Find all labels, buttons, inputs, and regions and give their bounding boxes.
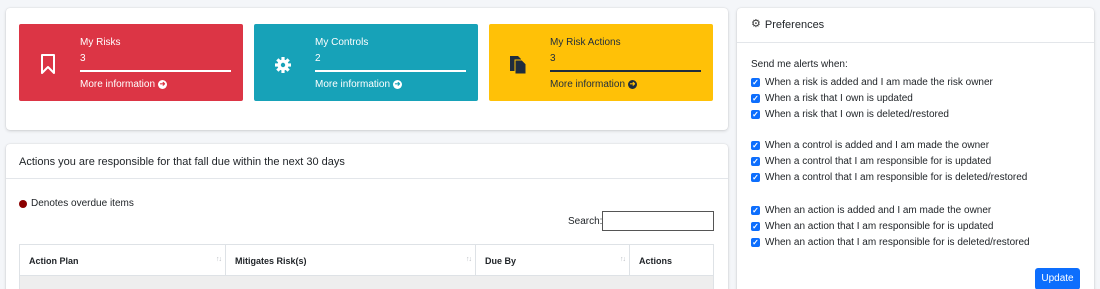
documents-icon (510, 56, 527, 75)
checkbox-checked-icon[interactable]: ✓ (751, 222, 760, 231)
tile-divider (80, 70, 231, 72)
checkbox-checked-icon[interactable]: ✓ (751, 238, 760, 247)
option-label: When a control that I am responsible for… (765, 172, 1028, 183)
more-info-link[interactable]: More information ➜ (80, 79, 168, 90)
card-header: Actions you are responsible for that fal… (6, 144, 728, 179)
legend-label: Denotes overdue items (31, 198, 134, 209)
overdue-legend: Denotes overdue items (19, 198, 134, 209)
option-label: When a control that I am responsible for… (765, 156, 992, 167)
checkbox-checked-icon[interactable]: ✓ (751, 94, 760, 103)
tile-divider (315, 70, 466, 72)
pref-action-added-checkbox[interactable]: ✓ When an action is added and I am made t… (751, 205, 991, 216)
card-title: Preferences (764, 19, 825, 31)
tile-count: 3 (80, 53, 86, 64)
column-label: Mitigates Risk(s) (235, 256, 307, 266)
pref-control-updated-checkbox[interactable]: ✓ When a control that I am responsible fo… (751, 156, 991, 167)
more-info-link[interactable]: More information ➜ (550, 79, 638, 90)
alerts-label: Send me alerts when: (751, 59, 848, 70)
bookmark-icon (41, 54, 55, 74)
checkbox-checked-icon[interactable]: ✓ (751, 157, 760, 166)
search-input[interactable] (602, 211, 714, 231)
option-label: When a risk that I own is deleted/restor… (765, 109, 949, 120)
arrow-circle-right-icon: ➜ (158, 80, 168, 89)
sort-icon: ↑↓ (466, 256, 472, 263)
column-label: Actions (639, 256, 673, 266)
checkbox-checked-icon[interactable]: ✓ (751, 173, 760, 182)
column-header-mitigates-risks[interactable]: Mitigates Risk(s) ↑↓ (226, 245, 476, 275)
more-info-label: More information (80, 79, 156, 90)
more-info-link[interactable]: More information ➜ (315, 79, 403, 90)
pref-action-updated-checkbox[interactable]: ✓ When an action that I am responsible fo… (751, 221, 993, 232)
update-button[interactable]: Update (1035, 268, 1080, 289)
option-label: When an action is added and I am made th… (765, 205, 992, 216)
card-header: ⚙ Preferences (737, 8, 1094, 43)
checkbox-checked-icon[interactable]: ✓ (751, 110, 760, 119)
more-info-label: More information (315, 79, 391, 90)
column-header-due-by[interactable]: Due By ↑↓ (476, 245, 630, 275)
option-label: When a risk is added and I am made the r… (765, 77, 993, 88)
pref-control-deleted-checkbox[interactable]: ✓ When a control that I am responsible fo… (751, 172, 1027, 183)
table-header: Action Plan ↑↓ Mitigates Risk(s) ↑↓ Due … (19, 244, 714, 276)
arrow-circle-right-icon: ➜ (393, 80, 403, 89)
column-header-action-plan[interactable]: Action Plan ↑↓ (20, 245, 226, 275)
sort-icon: ↑↓ (620, 256, 626, 263)
tile-count: 2 (315, 53, 321, 64)
pref-action-deleted-checkbox[interactable]: ✓ When an action that I am responsible fo… (751, 237, 1030, 248)
pref-control-added-checkbox[interactable]: ✓ When a control is added and I am made t… (751, 140, 989, 151)
checkbox-checked-icon[interactable]: ✓ (751, 206, 760, 215)
card-title: Actions you are responsible for that fal… (19, 156, 345, 168)
gear-icon (275, 57, 291, 73)
column-label: Action Plan (29, 256, 79, 266)
tile-label: My Risk Actions (550, 37, 621, 48)
overdue-dot-icon (19, 199, 27, 208)
table-body (19, 276, 714, 289)
gears-icon: ⚙ (751, 18, 761, 30)
option-label: When an action that I am responsible for… (765, 221, 994, 232)
column-label: Due By (485, 256, 517, 266)
more-info-label: More information (550, 79, 626, 90)
preferences-card: ⚙ Preferences Send me alerts when: ✓ When… (737, 8, 1094, 289)
tile-divider (550, 70, 701, 72)
pref-risk-deleted-checkbox[interactable]: ✓ When a risk that I own is deleted/resto… (751, 109, 949, 120)
pref-risk-added-checkbox[interactable]: ✓ When a risk is added and I am made the … (751, 77, 993, 88)
option-label: When an action that I am responsible for… (765, 237, 1030, 248)
tile-label: My Controls (315, 37, 369, 48)
option-label: When a risk that I own is updated (765, 93, 913, 104)
my-risks-tile[interactable]: My Risks 3 More information ➜ (19, 24, 243, 101)
option-label: When a control is added and I am made th… (765, 140, 990, 151)
due-actions-card: Actions you are responsible for that fal… (6, 144, 728, 289)
tile-count: 3 (550, 53, 556, 64)
pref-risk-updated-checkbox[interactable]: ✓ When a risk that I own is updated (751, 93, 913, 104)
summary-tiles-card: My Risks 3 More information ➜ My Control… (6, 8, 728, 130)
tile-label: My Risks (80, 37, 121, 48)
sort-icon: ↑↓ (216, 256, 222, 263)
checkbox-checked-icon[interactable]: ✓ (751, 78, 760, 87)
column-header-actions: Actions (630, 245, 713, 275)
arrow-circle-right-icon: ➜ (628, 80, 638, 89)
my-risk-actions-tile[interactable]: My Risk Actions 3 More information ➜ (489, 24, 713, 101)
search-label: Search: (568, 216, 603, 227)
checkbox-checked-icon[interactable]: ✓ (751, 141, 760, 150)
my-controls-tile[interactable]: My Controls 2 More information ➜ (254, 24, 478, 101)
